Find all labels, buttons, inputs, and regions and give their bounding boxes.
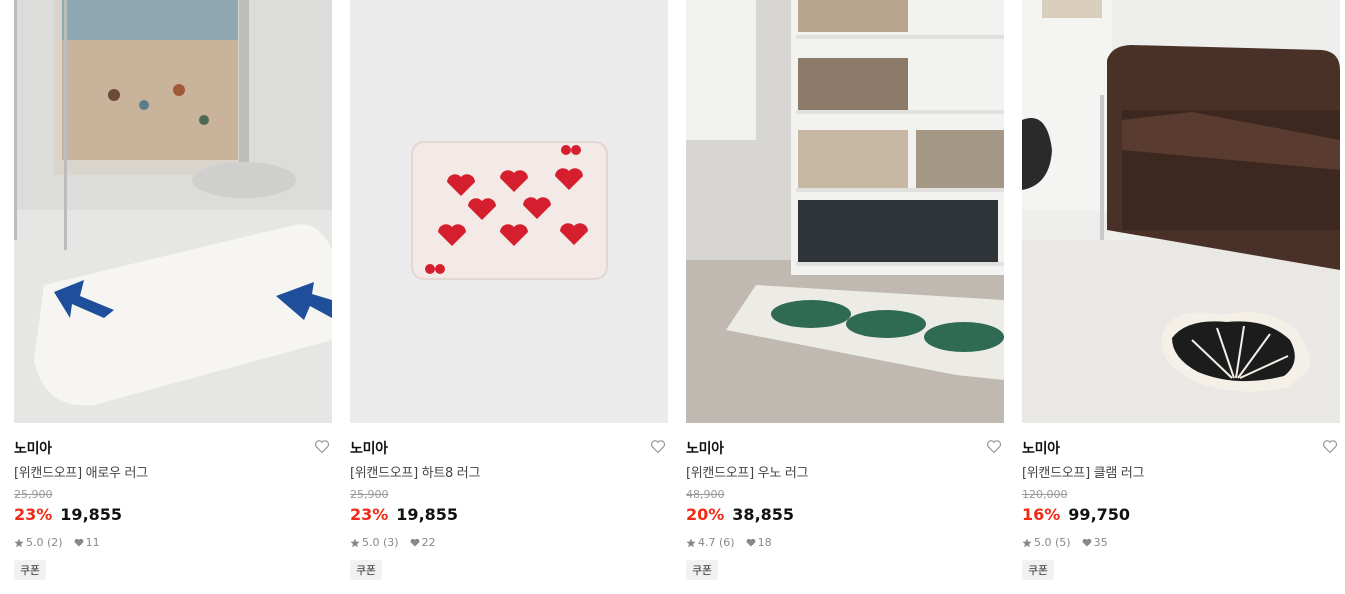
original-price: 25,900 xyxy=(14,488,53,501)
star-icon xyxy=(14,538,24,547)
product-name[interactable]: [위캔드오프] 우노 러그 xyxy=(686,462,808,481)
sale-price: 38,855 xyxy=(732,505,795,524)
heart-outline-icon[interactable] xyxy=(650,439,666,454)
product-stats: 5.0 (5) 35 xyxy=(1022,536,1108,549)
product-card[interactable]: 노미아 [위캔드오프] 우노 러그 48,900 20% 38,855 4.7 (… xyxy=(686,0,1004,580)
brand-name[interactable]: 노미아 xyxy=(14,438,52,458)
discount-rate: 20% xyxy=(686,505,725,524)
coupon-badge: 쿠폰 xyxy=(686,560,718,580)
rating-text: 4.7 (6) xyxy=(698,536,735,549)
star-icon xyxy=(350,538,360,547)
product-name[interactable]: [위캔드오프] 애로우 러그 xyxy=(14,462,148,481)
product-stats: 4.7 (6) 18 xyxy=(686,536,772,549)
brand-name[interactable]: 노미아 xyxy=(686,438,724,458)
original-price: 48,900 xyxy=(686,488,725,501)
sale-price: 99,750 xyxy=(1068,505,1131,524)
price-line: 20% 38,855 xyxy=(686,505,794,524)
price-line: 23% 19,855 xyxy=(350,505,458,524)
product-card[interactable]: 노미아 [위캔드오프] 클램 러그 120,000 16% 99,750 5.0 … xyxy=(1022,0,1340,580)
discount-rate: 23% xyxy=(350,505,389,524)
price-line: 23% 19,855 xyxy=(14,505,122,524)
rating-text: 5.0 (3) xyxy=(362,536,399,549)
coupon-badge: 쿠폰 xyxy=(350,560,382,580)
rating-text: 5.0 (5) xyxy=(1034,536,1071,549)
original-price: 25,900 xyxy=(350,488,389,501)
discount-rate: 16% xyxy=(1022,505,1061,524)
product-stats: 5.0 (2) 11 xyxy=(14,536,100,549)
rating-text: 5.0 (2) xyxy=(26,536,63,549)
heart-filled-icon xyxy=(410,538,419,547)
discount-rate: 23% xyxy=(14,505,53,524)
likes-count: 35 xyxy=(1093,536,1108,549)
product-photo xyxy=(686,0,1004,423)
coupon-badge: 쿠폰 xyxy=(1022,560,1054,580)
product-image-clam-rug[interactable] xyxy=(1022,0,1340,423)
likes: 35 xyxy=(1082,536,1108,549)
heart-filled-icon xyxy=(74,538,83,547)
likes-count: 11 xyxy=(85,536,100,549)
product-image-arrow-rug[interactable] xyxy=(14,0,332,423)
product-stats: 5.0 (3) 22 xyxy=(350,536,436,549)
product-card[interactable]: 노미아 [위캔드오프] 애로우 러그 25,900 23% 19,855 5.0 … xyxy=(14,0,332,580)
product-name[interactable]: [위캔드오프] 클램 러그 xyxy=(1022,462,1144,481)
coupon-badge: 쿠폰 xyxy=(14,560,46,580)
original-price: 120,000 xyxy=(1022,488,1068,501)
heart-outline-icon[interactable] xyxy=(986,439,1002,454)
star-icon xyxy=(686,538,696,547)
price-line: 16% 99,750 xyxy=(1022,505,1130,524)
product-image-uno-rug[interactable] xyxy=(686,0,1004,423)
brand-name[interactable]: 노미아 xyxy=(1022,438,1060,458)
likes: 11 xyxy=(74,536,100,549)
product-grid: 노미아 [위캔드오프] 애로우 러그 25,900 23% 19,855 5.0 … xyxy=(14,0,1340,580)
likes-count: 22 xyxy=(421,536,436,549)
product-image-heart8-rug[interactable] xyxy=(350,0,668,423)
heart-outline-icon[interactable] xyxy=(1322,439,1338,454)
product-photo xyxy=(1022,0,1340,423)
star-icon xyxy=(1022,538,1032,547)
product-photo xyxy=(14,0,332,423)
likes: 22 xyxy=(410,536,436,549)
likes: 18 xyxy=(746,536,772,549)
product-photo xyxy=(350,0,668,423)
heart-outline-icon[interactable] xyxy=(314,439,330,454)
brand-name[interactable]: 노미아 xyxy=(350,438,388,458)
likes-count: 18 xyxy=(757,536,772,549)
heart-filled-icon xyxy=(746,538,755,547)
sale-price: 19,855 xyxy=(60,505,123,524)
product-name[interactable]: [위캔드오프] 하트8 러그 xyxy=(350,462,480,481)
sale-price: 19,855 xyxy=(396,505,459,524)
heart-filled-icon xyxy=(1082,538,1091,547)
product-card[interactable]: 노미아 [위캔드오프] 하트8 러그 25,900 23% 19,855 5.0 … xyxy=(350,0,668,580)
